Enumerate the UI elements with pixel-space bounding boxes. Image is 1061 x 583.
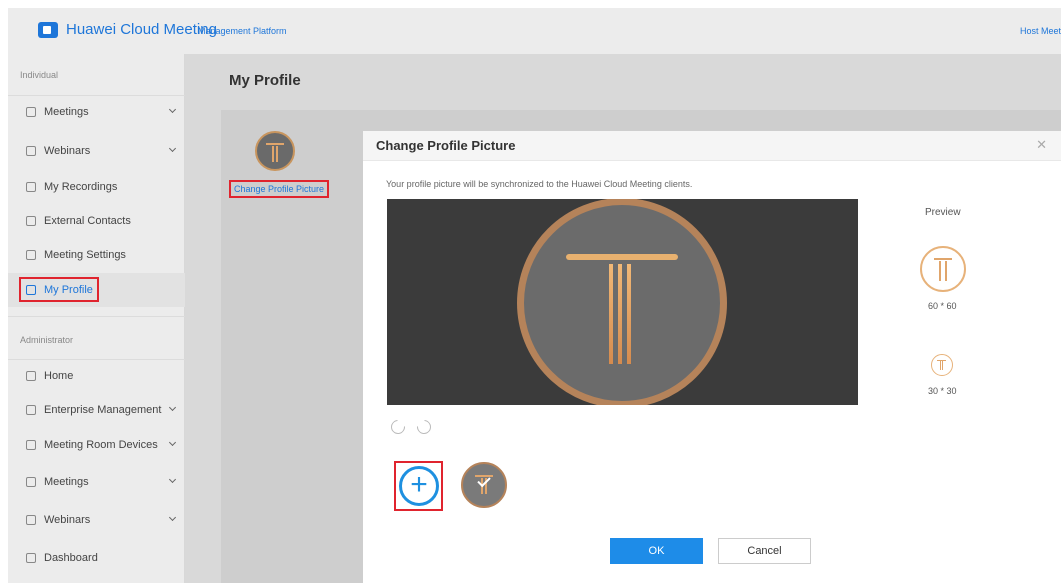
sidebar-item-label: Meeting Room Devices [44, 439, 158, 451]
app-subtitle: Management Platform [198, 26, 287, 36]
crop-image-preview [517, 199, 727, 405]
sidebar-item-label: Home [44, 370, 74, 382]
sidebar: Individual Meetings Webinars My Recordin… [8, 54, 185, 583]
preview-30-size-label: 30 * 30 [928, 386, 957, 396]
app-logo-icon [38, 22, 58, 38]
logo-stem [627, 264, 631, 364]
preview-logo-stem [939, 261, 947, 281]
preview-label: Preview [925, 207, 961, 218]
sidebar-section-administrator: Administrator [20, 335, 74, 345]
chevron-down-icon [168, 438, 177, 447]
sidebar-item-meeting-room-devices[interactable]: Meeting Room Devices [8, 428, 185, 462]
preview-30-avatar [931, 354, 953, 376]
avatar-logo-icon [266, 143, 284, 145]
sidebar-section-individual: Individual [20, 70, 59, 80]
logo-stem [618, 264, 622, 364]
change-profile-picture-link[interactable]: Change Profile Picture [229, 180, 329, 198]
avatar-logo-stem [272, 146, 278, 162]
webinar-icon [26, 146, 36, 156]
sidebar-item-home[interactable]: Home [8, 359, 185, 393]
current-picture-thumbnail[interactable] [461, 462, 507, 508]
highlight-box [19, 277, 99, 302]
sidebar-item-label: My Recordings [44, 181, 118, 193]
dialog-title: Change Profile Picture [376, 138, 516, 153]
host-meeting-link[interactable]: Host Meet [1020, 26, 1061, 36]
preview-logo-icon [934, 258, 952, 260]
rotate-right-icon[interactable] [414, 417, 434, 437]
rotate-left-icon[interactable] [388, 417, 408, 437]
sidebar-item-label: Dashboard [44, 552, 98, 564]
sidebar-item-label: Webinars [44, 514, 91, 526]
upload-button-highlight: + [394, 461, 443, 511]
sidebar-item-my-recordings[interactable]: My Recordings [8, 170, 185, 204]
logo-stem [609, 264, 613, 364]
top-header: Huawei Cloud Meeting Management Platform… [8, 8, 1061, 54]
dashboard-icon [26, 553, 36, 563]
logo-bar-icon [566, 254, 678, 260]
page-title: My Profile [229, 72, 301, 89]
device-icon [26, 440, 36, 450]
contacts-icon [26, 216, 36, 226]
home-icon [26, 371, 36, 381]
chevron-down-icon [168, 475, 177, 484]
chevron-down-icon [168, 144, 177, 153]
globe-icon [26, 477, 36, 487]
sidebar-item-meeting-settings[interactable]: Meeting Settings [8, 238, 185, 272]
dialog-header: Change Profile Picture ✕ [363, 131, 1061, 161]
sidebar-item-label: Meetings [44, 476, 89, 488]
enterprise-icon [26, 405, 36, 415]
divider [8, 316, 185, 317]
sidebar-item-meetings[interactable]: Meetings [8, 95, 185, 129]
sidebar-item-dashboard[interactable]: Dashboard [8, 541, 185, 575]
sidebar-item-admin-meetings[interactable]: Meetings [8, 465, 185, 499]
chevron-down-icon [168, 105, 177, 114]
sidebar-item-label: External Contacts [44, 215, 131, 227]
cancel-button[interactable]: Cancel [718, 538, 811, 564]
preview-60-avatar [920, 246, 966, 292]
sidebar-item-webinars[interactable]: Webinars [8, 134, 185, 168]
settings-icon [26, 250, 36, 260]
app-title: Huawei Cloud Meeting [66, 21, 217, 38]
sidebar-item-label: Meeting Settings [44, 249, 126, 261]
sidebar-item-label: Enterprise Management [44, 404, 162, 416]
webinar-icon [26, 515, 36, 525]
sidebar-item-label: Webinars [44, 145, 91, 157]
close-icon[interactable]: ✕ [1036, 137, 1047, 153]
calendar-icon [26, 107, 36, 117]
chevron-down-icon [168, 513, 177, 522]
change-profile-picture-dialog: Change Profile Picture ✕ Your profile pi… [363, 131, 1061, 583]
sidebar-item-external-contacts[interactable]: External Contacts [8, 204, 185, 238]
sidebar-item-admin-webinars[interactable]: Webinars [8, 503, 185, 537]
dialog-description: Your profile picture will be synchronize… [386, 179, 693, 189]
recording-icon [26, 182, 36, 192]
preview-logo-stem [940, 361, 943, 370]
ok-button[interactable]: OK [610, 538, 703, 564]
sidebar-item-enterprise-management[interactable]: Enterprise Management [8, 393, 185, 427]
preview-60-size-label: 60 * 60 [928, 301, 957, 311]
image-crop-area[interactable] [387, 199, 858, 405]
chevron-down-icon [168, 403, 177, 412]
add-picture-button[interactable]: + [399, 466, 439, 506]
sidebar-item-label: Meetings [44, 106, 89, 118]
profile-avatar [255, 131, 295, 171]
